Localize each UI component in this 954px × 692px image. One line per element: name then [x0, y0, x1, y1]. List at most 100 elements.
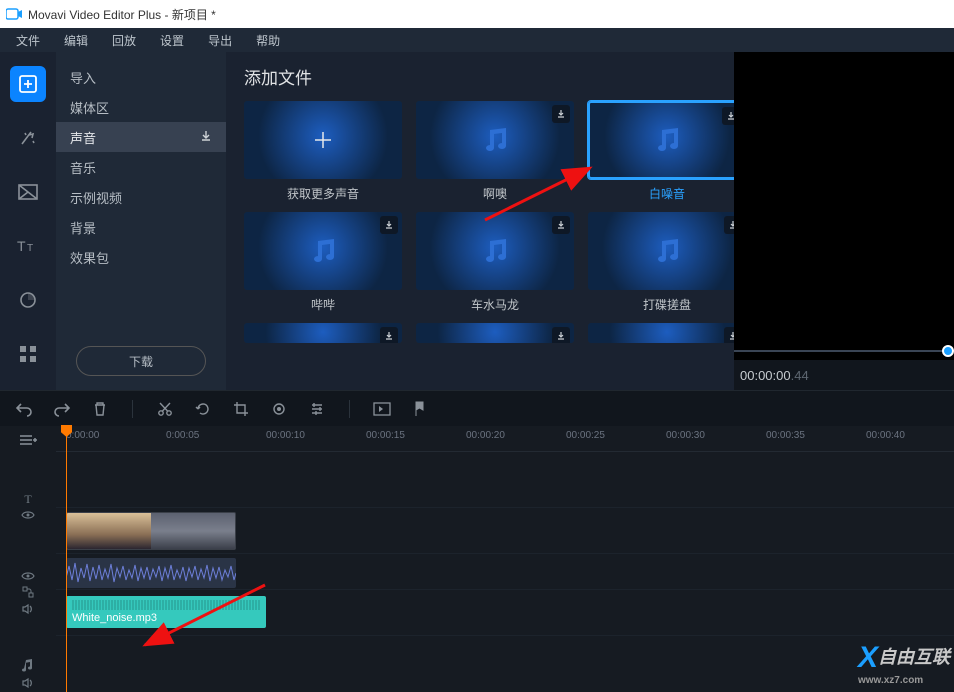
sidebar-item-music[interactable]: 音乐	[56, 152, 226, 182]
video-clip[interactable]	[66, 512, 236, 550]
marker-button[interactable]	[410, 399, 430, 419]
sidebar: 导入 媒体区 声音 音乐 示例视频 背景 效果包 下载	[56, 52, 226, 390]
preview-controls: 00:00:00.44	[734, 360, 954, 390]
timeline-left-controls: T	[0, 426, 56, 692]
timeline: T 0:00:00 0:00:05 00:00:10 00:00:15 00:0…	[0, 426, 954, 692]
tile-get-more[interactable]: 获取更多声音	[244, 101, 402, 202]
menu-export[interactable]: 导出	[198, 29, 242, 52]
music-note-icon	[478, 237, 512, 265]
timeline-main[interactable]: 0:00:00 0:00:05 00:00:10 00:00:15 00:00:…	[56, 426, 954, 692]
crop-button[interactable]	[231, 399, 251, 419]
watermark: X自由互联 www.xz7.com	[858, 641, 950, 686]
color-button[interactable]	[269, 399, 289, 419]
download-icon	[200, 130, 212, 145]
rail-titles-icon[interactable]: TT	[10, 228, 46, 264]
sidebar-item-import[interactable]: 导入	[56, 62, 226, 92]
menu-edit[interactable]: 编辑	[54, 29, 98, 52]
speaker-icon[interactable]	[22, 603, 34, 618]
download-icon	[552, 105, 570, 123]
preview-seekbar[interactable]	[734, 342, 954, 360]
menu-settings[interactable]: 设置	[150, 29, 194, 52]
text-track-icon[interactable]: T	[24, 492, 31, 507]
download-icon	[552, 327, 570, 343]
content-title: 添加文件	[244, 64, 716, 89]
tracks: White_noise.mp3	[56, 452, 954, 636]
svg-text:T: T	[27, 243, 33, 254]
sidebar-item-sample-video[interactable]: 示例视频	[56, 182, 226, 212]
download-icon	[380, 216, 398, 234]
svg-text:T: T	[17, 238, 26, 254]
audio-track-controls	[10, 658, 46, 692]
sidebar-item-media[interactable]: 媒体区	[56, 92, 226, 122]
video-track-controls	[10, 570, 46, 618]
download-button[interactable]: 下载	[76, 346, 206, 376]
music-note-icon	[306, 237, 340, 265]
plus-icon	[311, 128, 335, 152]
preview-time: 00:00:00.44	[740, 368, 809, 383]
tile-sound-1[interactable]: 啊噢	[416, 101, 574, 202]
rail-stickers-icon[interactable]	[10, 282, 46, 318]
music-note-icon	[650, 237, 684, 265]
speaker-icon[interactable]	[22, 677, 34, 692]
menu-help[interactable]: 帮助	[246, 29, 290, 52]
preview-panel: 00:00:00.44	[734, 52, 954, 390]
tile-sound-4[interactable]: 车水马龙	[416, 212, 574, 313]
menu-playback[interactable]: 回放	[102, 29, 146, 52]
eye-icon[interactable]	[21, 509, 35, 523]
rail-import-icon[interactable]	[10, 66, 46, 102]
download-icon	[722, 107, 734, 125]
video-track[interactable]	[56, 508, 954, 554]
download-icon	[724, 216, 734, 234]
rail-transitions-icon[interactable]	[10, 174, 46, 210]
sidebar-item-effects[interactable]: 效果包	[56, 242, 226, 272]
eye-icon[interactable]	[21, 570, 35, 584]
download-icon	[380, 327, 398, 343]
rail-filters-icon[interactable]	[10, 120, 46, 156]
video-audio-track[interactable]	[56, 554, 954, 590]
download-icon	[552, 216, 570, 234]
rotate-button[interactable]	[193, 399, 213, 419]
tile-white-noise[interactable]: 白噪音	[588, 101, 734, 202]
tile-sound-8[interactable]	[588, 323, 734, 343]
separator	[349, 400, 350, 418]
music-track-icon[interactable]	[22, 658, 34, 675]
cut-button[interactable]	[155, 399, 175, 419]
tile-sound-6[interactable]	[244, 323, 402, 343]
playhead[interactable]	[66, 426, 67, 692]
timeline-toolbar	[0, 390, 954, 426]
content-panel: 添加文件 获取更多声音 啊噢 白噪音	[226, 52, 734, 390]
tile-sound-5[interactable]: 打碟搓盘	[588, 212, 734, 313]
separator	[132, 400, 133, 418]
tiles-grid: 获取更多声音 啊噢 白噪音	[244, 101, 716, 343]
music-note-icon	[478, 126, 512, 154]
text-track[interactable]	[56, 452, 954, 508]
music-note-icon	[650, 126, 684, 154]
delete-button[interactable]	[90, 399, 110, 419]
app-icon	[6, 6, 22, 22]
link-icon[interactable]	[22, 586, 34, 601]
tile-sound-7[interactable]	[416, 323, 574, 343]
linked-audio-clip[interactable]	[66, 558, 236, 588]
audio-track[interactable]: White_noise.mp3	[56, 590, 954, 636]
window-title: Movavi Video Editor Plus - 新项目 *	[28, 6, 216, 23]
titlebar: Movavi Video Editor Plus - 新项目 *	[0, 0, 954, 28]
transition-wizard-button[interactable]	[372, 399, 392, 419]
audio-clip[interactable]: White_noise.mp3	[66, 596, 266, 628]
add-track-button[interactable]	[14, 432, 42, 449]
sidebar-item-background[interactable]: 背景	[56, 212, 226, 242]
text-track-controls: T	[10, 492, 46, 523]
seek-handle-icon[interactable]	[942, 345, 954, 357]
tile-sound-3[interactable]: 哔哔	[244, 212, 402, 313]
rail-more-icon[interactable]	[10, 336, 46, 372]
redo-button[interactable]	[52, 399, 72, 419]
adjust-button[interactable]	[307, 399, 327, 419]
menubar: 文件 编辑 回放 设置 导出 帮助	[0, 28, 954, 52]
main-area: TT 导入 媒体区 声音 音乐 示例视频 背景 效果包 下载 添加文件	[0, 52, 954, 390]
audio-clip-label: White_noise.mp3	[72, 612, 260, 624]
menu-file[interactable]: 文件	[6, 29, 50, 52]
sidebar-item-sound[interactable]: 声音	[56, 122, 226, 152]
undo-button[interactable]	[14, 399, 34, 419]
download-icon	[724, 327, 734, 343]
timeline-ruler[interactable]: 0:00:00 0:00:05 00:00:10 00:00:15 00:00:…	[56, 426, 954, 452]
left-rail: TT	[0, 52, 56, 390]
